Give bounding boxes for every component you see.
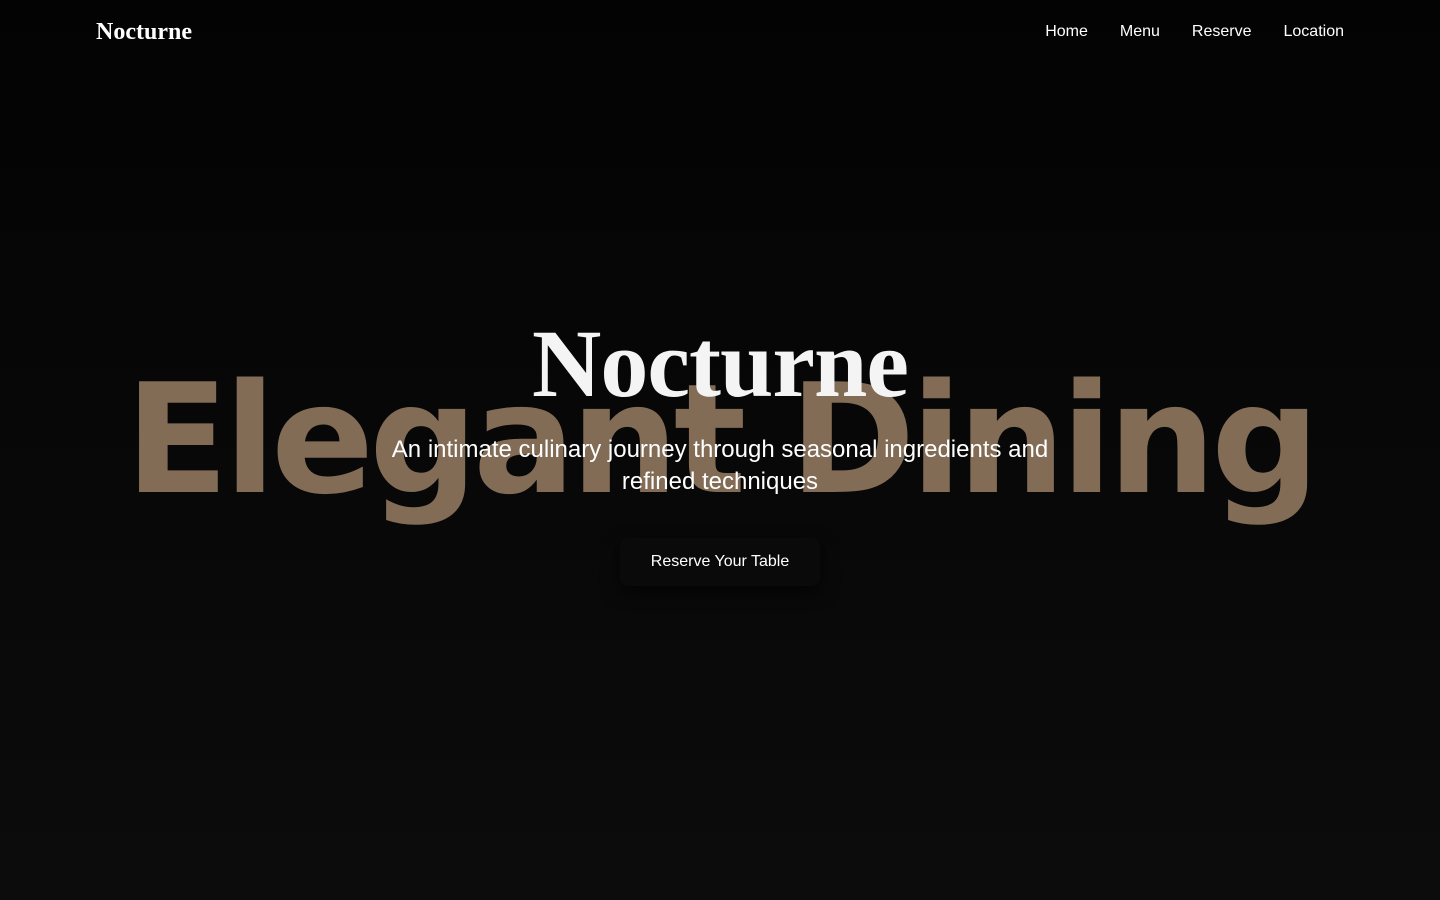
hero-section: Elegant Dining Nocturne An intimate culi… bbox=[0, 0, 1440, 900]
hero-subtitle: An intimate culinary journey through sea… bbox=[391, 436, 1049, 495]
reserve-table-button[interactable]: Reserve Your Table bbox=[620, 538, 820, 586]
hero-title: Nocturne bbox=[532, 310, 909, 417]
